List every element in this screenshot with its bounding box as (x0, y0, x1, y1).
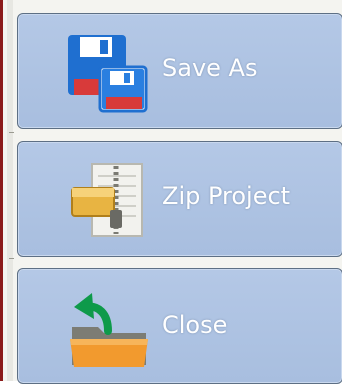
save-as-label: Save As (162, 54, 258, 82)
gutter-tick (9, 132, 14, 133)
folder-back-arrow-icon (68, 287, 150, 373)
menu-panel: Save As Zip Project Close (0, 0, 342, 384)
zip-project-button[interactable]: Zip Project (17, 141, 342, 257)
panel-gutter (7, 0, 13, 381)
save-as-button[interactable]: Save As (17, 13, 342, 129)
zip-archive-icon (70, 162, 146, 246)
zip-project-label: Zip Project (162, 182, 291, 210)
floppy-disks-icon (66, 33, 150, 117)
panel-edge (0, 0, 3, 381)
close-label: Close (162, 311, 228, 339)
close-button[interactable]: Close (17, 268, 342, 384)
gutter-tick (9, 258, 14, 259)
